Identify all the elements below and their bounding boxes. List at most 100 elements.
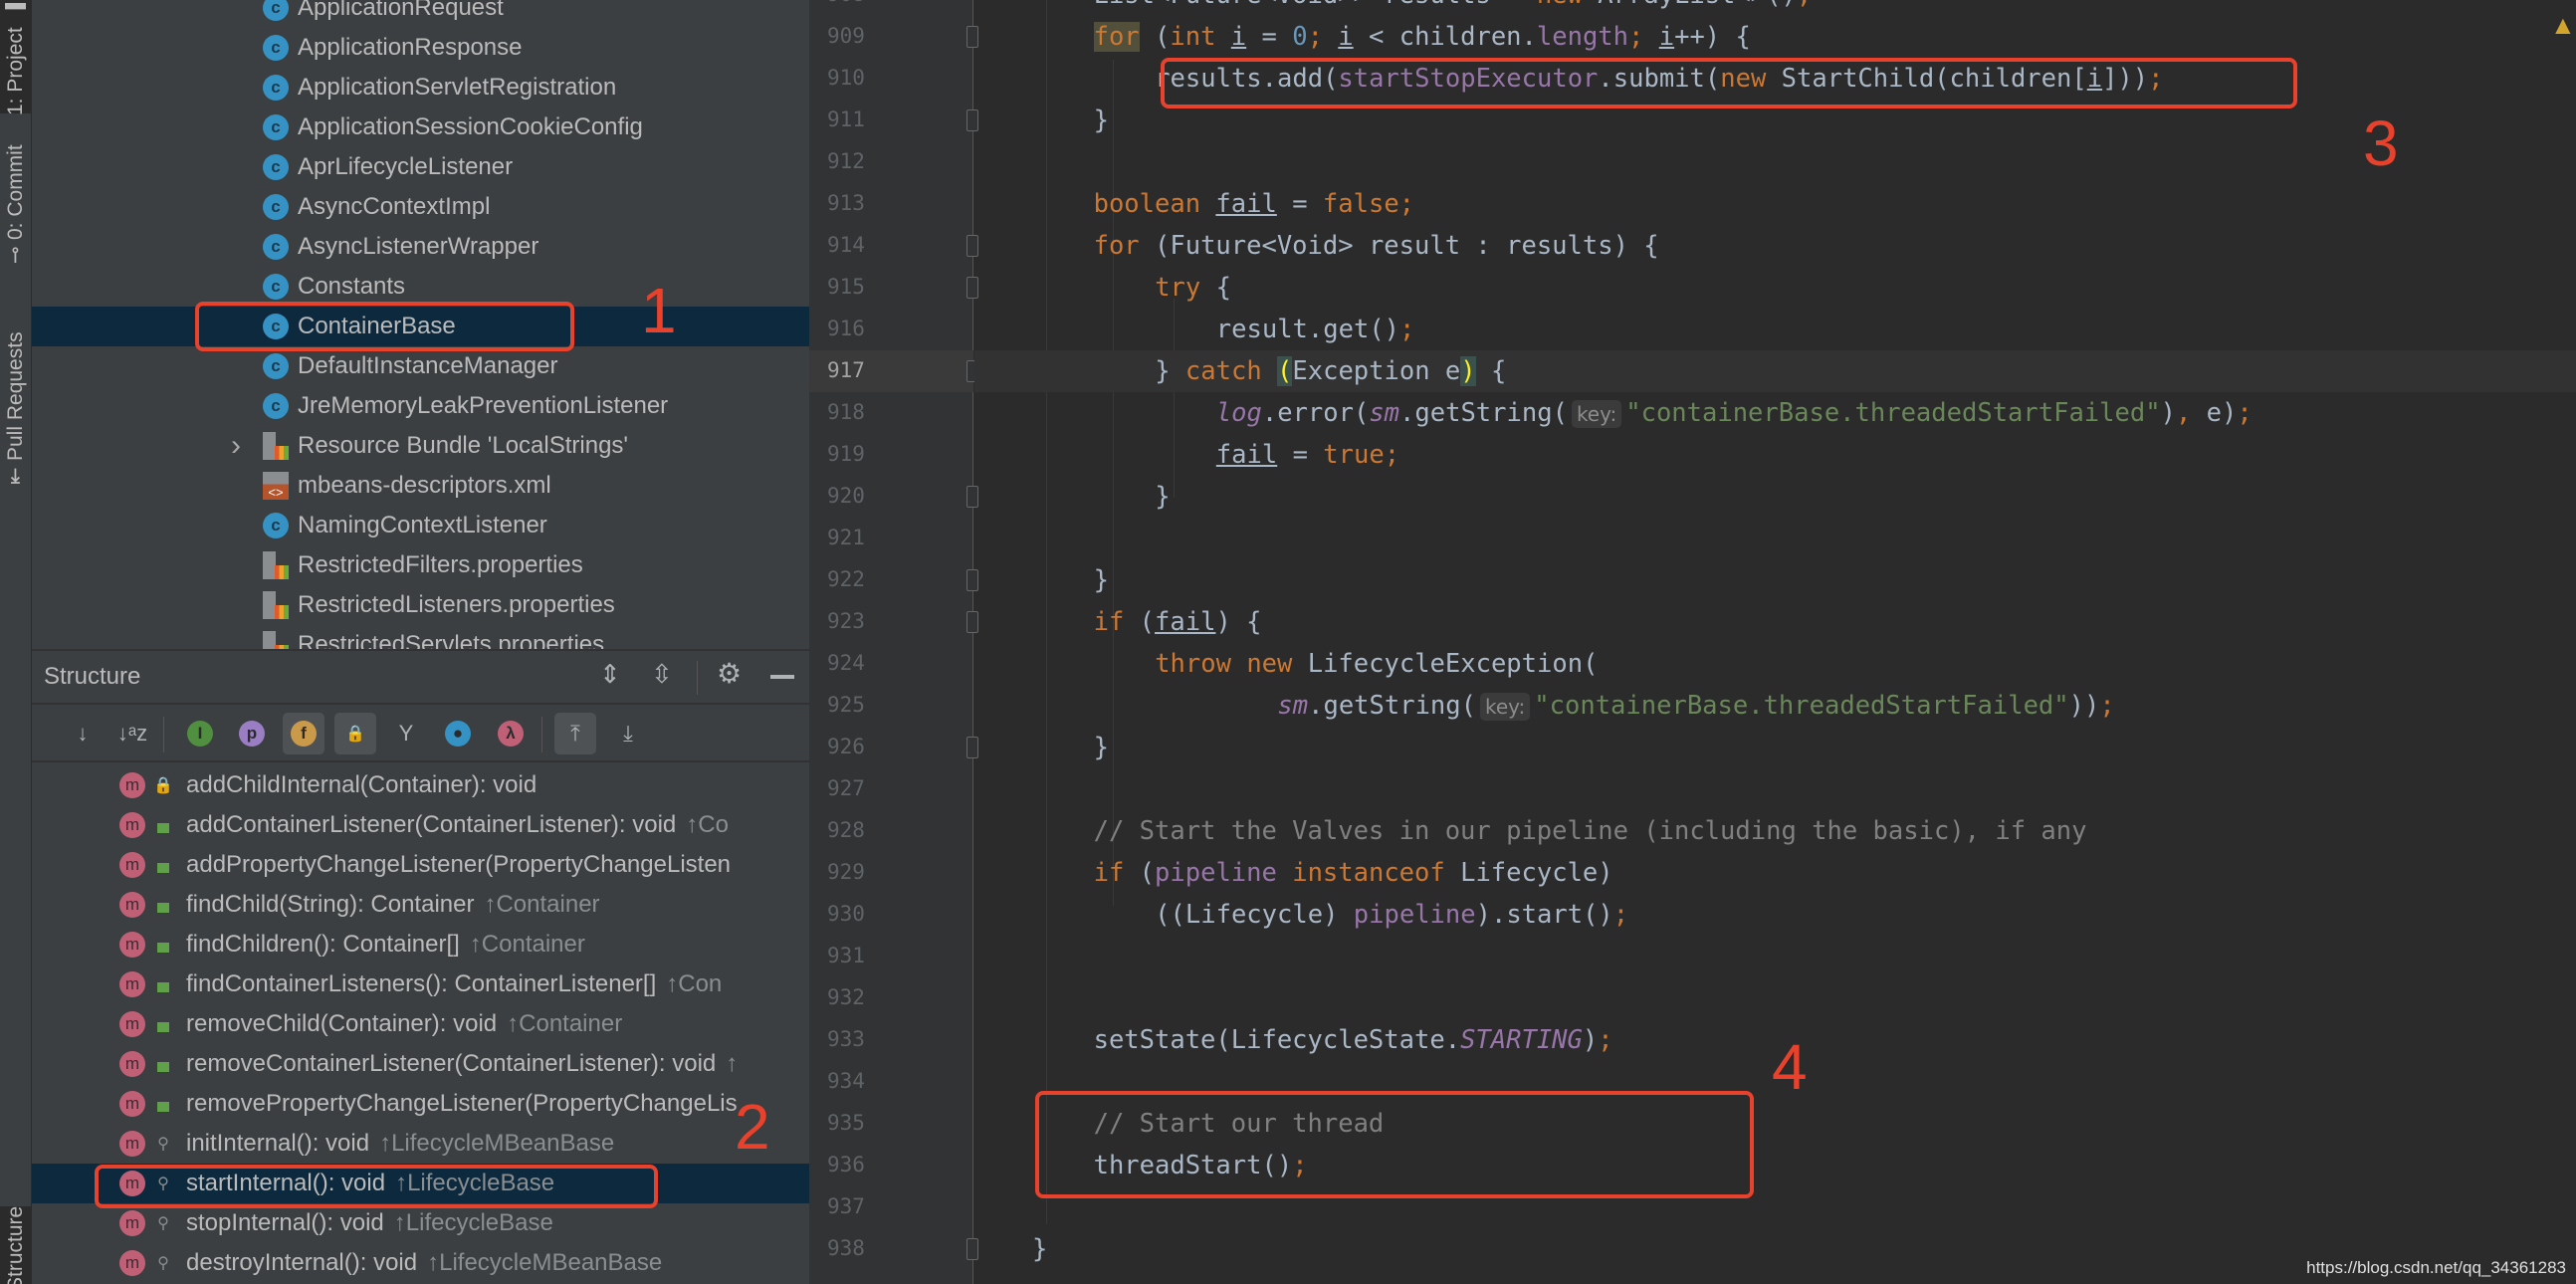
tab-project[interactable]: 1: Project ▬ — [0, 0, 32, 115]
show-lambdas-interfaces-button[interactable]: ● — [437, 713, 479, 754]
code-line: for (int i = 0; i < children.length; i++… — [974, 16, 2576, 58]
structure-item-label: initInternal(): void ↑LifecycleMBeanBase — [186, 1130, 614, 1158]
code-token: new — [1537, 0, 1583, 10]
sort-by-visibility-button[interactable]: ↓ — [62, 713, 104, 754]
tree-item[interactable]: c AprLifecycleListener — [32, 147, 809, 187]
code-text: boolean fail = false; — [1094, 183, 1414, 225]
autoscroll-from-source-button[interactable]: ⤓ — [607, 713, 649, 754]
tree-item-label: AsyncContextImpl — [298, 193, 491, 220]
tree-item-label: JreMemoryLeakPreventionListener — [298, 392, 669, 419]
code-token: ; — [1598, 1025, 1613, 1055]
expand-all-icon[interactable]: ⇕ — [599, 659, 621, 690]
structure-item[interactable]: m removePropertyChangeListener(PropertyCh… — [32, 1084, 809, 1124]
sort-alphabetically-button[interactable]: ↓ᵃz — [111, 713, 153, 754]
tree-item-label: mbeans-descriptors.xml — [298, 472, 551, 499]
line-number: 933 — [827, 1027, 865, 1051]
gear-icon[interactable]: ⚙ — [717, 657, 742, 690]
code-text: throw new LifecycleException( — [1155, 643, 1598, 685]
class-icon: c — [263, 234, 289, 260]
structure-item[interactable]: m ⚲ initInternal(): void ↑LifecycleMBeanBas… — [32, 1124, 809, 1164]
tree-item[interactable]: RestrictedFilters.properties — [32, 545, 809, 585]
inherited-from: ↑Con — [666, 970, 723, 997]
tree-item[interactable]: RestrictedListeners.properties — [32, 585, 809, 625]
show-non-public-button[interactable]: 🔒 — [334, 713, 376, 754]
chevron-right-icon[interactable]: › — [231, 429, 241, 463]
tree-item[interactable]: c ApplicationServletRegistration — [32, 68, 809, 107]
structure-item[interactable]: m addPropertyChangeListener(PropertyChang… — [32, 845, 809, 885]
code-token: } — [1155, 356, 1185, 386]
method-icon: m — [119, 1131, 145, 1157]
code-token: true — [1323, 440, 1385, 470]
tree-item[interactable]: c DefaultInstanceManager — [32, 346, 809, 386]
tab-pull-requests[interactable]: ⇤ Pull Requests — [0, 319, 32, 498]
structure-item-label: addContainerListener(ContainerListener):… — [186, 811, 729, 839]
method-signature: addPropertyChangeListener(PropertyChange… — [186, 851, 732, 878]
show-lambdas-button[interactable]: λ — [490, 713, 532, 754]
show-anonymous-button[interactable]: Y — [385, 713, 427, 754]
tree-item[interactable]: c ApplicationSessionCookieConfig — [32, 107, 809, 147]
structure-item[interactable]: m ⚲ destroyInternal(): void ↑LifecycleMBean… — [32, 1243, 809, 1283]
show-inherited-button[interactable]: I — [179, 713, 221, 754]
code-token: STARTING — [1460, 1025, 1583, 1055]
tree-item[interactable]: c ApplicationRequest — [32, 0, 809, 28]
tree-item[interactable]: c AsyncListenerWrapper — [32, 227, 809, 267]
show-properties-button[interactable]: p — [231, 713, 273, 754]
structure-item[interactable]: m findChild(String): Container ↑Container — [32, 885, 809, 925]
protected-icon: ⚲ — [157, 1136, 169, 1153]
line-number: 911 — [827, 107, 865, 131]
code-token: ; — [1399, 315, 1415, 344]
public-icon — [155, 1015, 171, 1033]
annotation-number-3: 3 — [2363, 107, 2399, 179]
hide-icon[interactable] — [770, 675, 794, 679]
tree-item-label: RestrictedServlets.properties — [298, 631, 605, 649]
structure-item[interactable]: m 🔒 addChildInternal(Container): void — [32, 765, 809, 805]
structure-item[interactable]: m removeContainerListener(ContainerListen… — [32, 1044, 809, 1084]
structure-item[interactable]: m findChildren(): Container[] ↑Container — [32, 925, 809, 964]
show-lambdas-icon: λ — [498, 721, 524, 747]
tab-commit-label: 0: Commit — [4, 144, 27, 241]
code-token: ) { — [1215, 607, 1262, 637]
structure-item-label: destroyInternal(): void ↑LifecycleMBeanBa… — [186, 1249, 662, 1277]
structure-item[interactable]: m findContainerListeners(): ContainerList… — [32, 964, 809, 1004]
code-token: ( — [1124, 607, 1156, 637]
structure-item[interactable]: m removeChild(Container): void ↑Container — [32, 1004, 809, 1044]
editor-gutter[interactable]: 908 909 910 911 912 913 914 915 916 917 918 919 920 9… — [809, 0, 978, 1284]
line-number: 921 — [827, 526, 865, 549]
tree-item-label: RestrictedFilters.properties — [298, 551, 583, 578]
tree-item[interactable]: RestrictedServlets.properties — [32, 625, 809, 649]
method-signature: findContainerListeners(): ContainerListe… — [186, 970, 657, 997]
tree-item[interactable]: <> mbeans-descriptors.xml — [32, 466, 809, 506]
show-anonymous-icon: Y — [398, 721, 414, 746]
code-token: = — [1277, 440, 1324, 470]
code-text: if (pipeline instanceof Lifecycle) — [1094, 852, 1613, 894]
structure-item[interactable]: m ⚲ stopInternal(): void ↑LifecycleBase — [32, 1203, 809, 1243]
tree-item-label: ApplicationRequest — [298, 0, 504, 21]
tab-commit[interactable]: ⊸ 0: Commit — [0, 129, 32, 279]
autoscroll-to-source-button[interactable]: ⤒ — [554, 713, 596, 754]
tree-item[interactable]: › Resource Bundle 'LocalStrings' — [32, 426, 809, 466]
line-number: 922 — [827, 567, 865, 591]
code-token: i — [1338, 22, 1354, 52]
show-fields-icon: f — [291, 721, 317, 747]
code-text: fail = true; — [1216, 434, 1399, 476]
structure-item[interactable]: m addContainerListener(ContainerListener)… — [32, 805, 809, 845]
code-token: = — [1276, 189, 1323, 219]
show-fields-button[interactable]: f — [283, 713, 324, 754]
code-token: if — [1093, 858, 1125, 888]
tree-item[interactable]: c Constants — [32, 267, 809, 307]
code-token: { — [1475, 356, 1507, 386]
tree-item[interactable]: c ApplicationResponse — [32, 28, 809, 68]
class-icon: c — [263, 513, 289, 538]
collapse-all-icon[interactable]: ⇳ — [651, 659, 673, 690]
annotation-number-2: 2 — [735, 1091, 770, 1163]
line-number: 927 — [827, 776, 865, 800]
warning-icon[interactable]: ▲ — [2550, 10, 2576, 41]
code-line: throw new LifecycleException( — [974, 643, 2576, 685]
code-token: result.get() — [1215, 315, 1400, 344]
tree-item[interactable]: c AsyncContextImpl — [32, 187, 809, 227]
xml-file-icon: <> — [263, 472, 289, 500]
tab-structure[interactable]: Structure — [0, 1206, 32, 1284]
tree-item[interactable]: c NamingContextListener — [32, 506, 809, 545]
tree-item[interactable]: c JreMemoryLeakPreventionListener — [32, 386, 809, 426]
